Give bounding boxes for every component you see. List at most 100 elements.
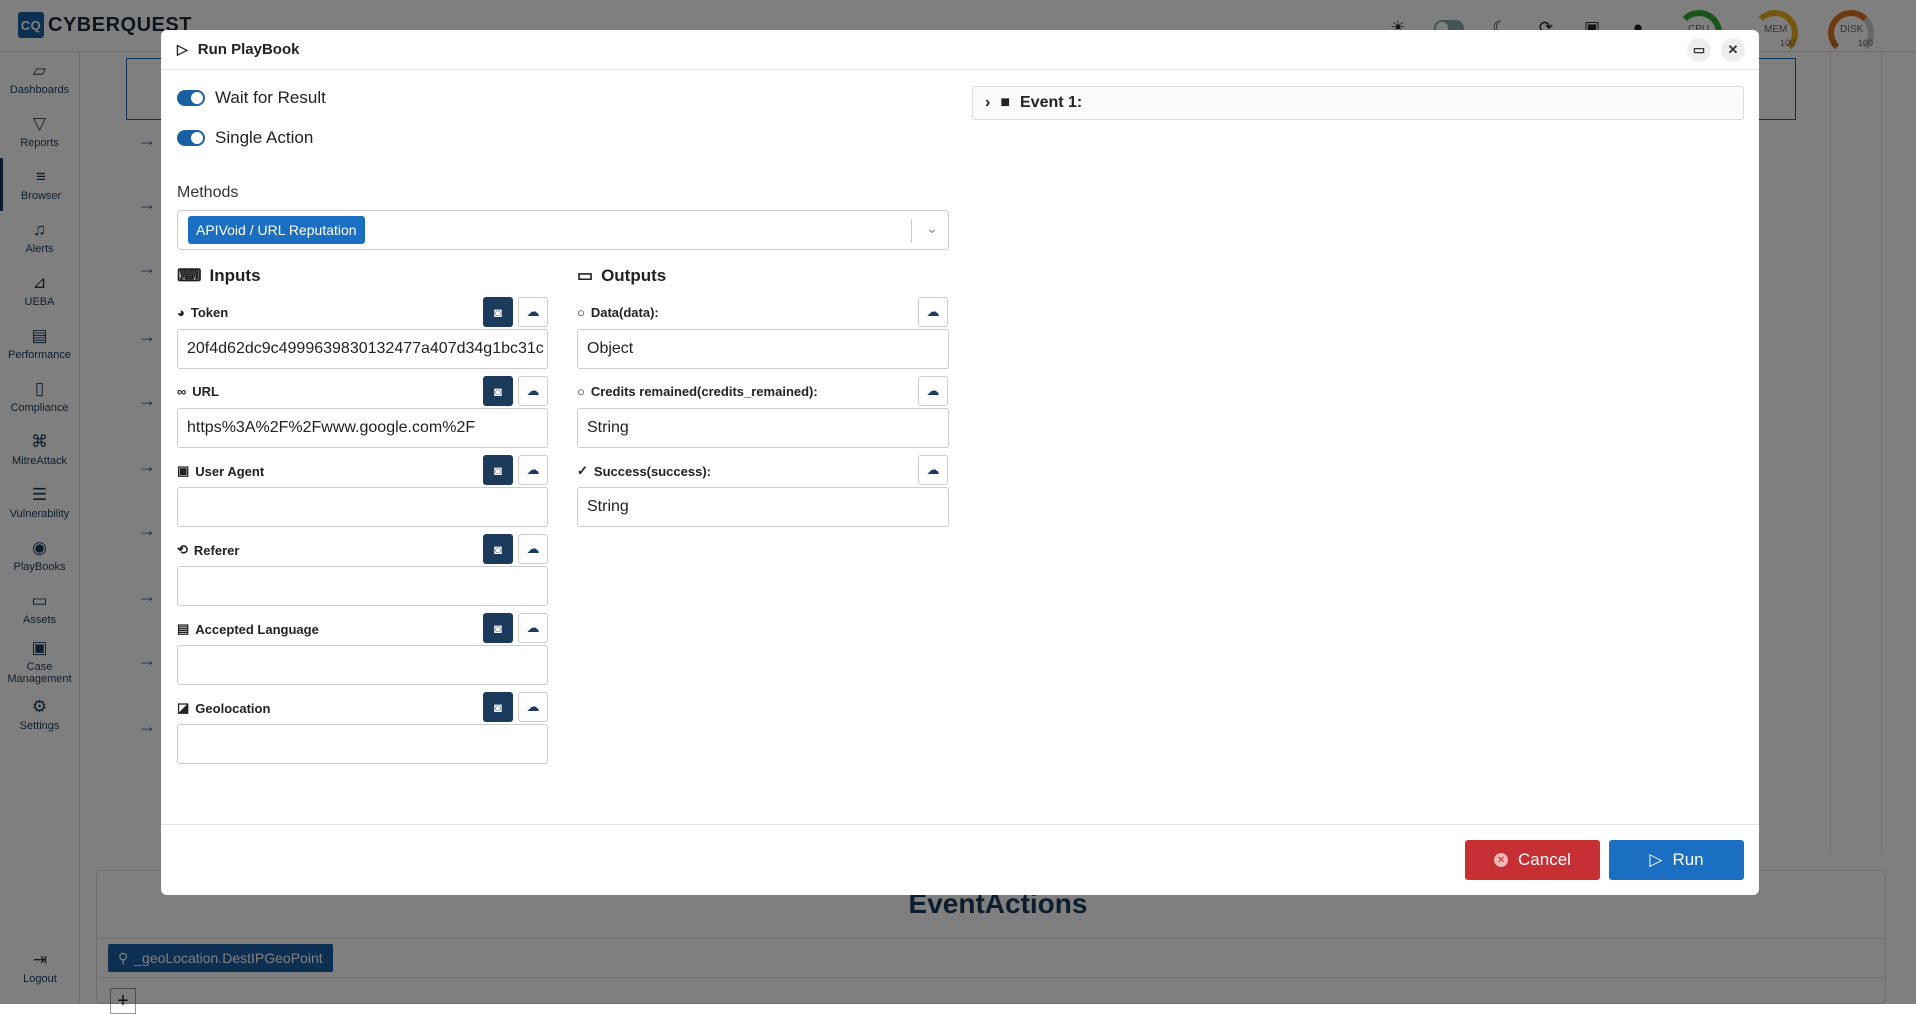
cloud-icon: ☁: [926, 304, 940, 319]
run-label: Run: [1672, 850, 1704, 869]
cloud-icon: ☁: [526, 304, 540, 319]
language-icon: ▤: [177, 621, 190, 636]
folder-icon: ■: [1000, 94, 1010, 111]
user-agent-snapshot-button[interactable]: ◙: [483, 455, 513, 485]
palette-icon: ◕: [177, 305, 185, 320]
modal-header: ▷ Run PlayBook ▭ ✕: [161, 30, 1759, 70]
modal-title: Run PlayBook: [197, 41, 300, 58]
wait-for-result-toggle[interactable]: [177, 90, 205, 106]
camera-icon: ◙: [494, 541, 502, 557]
camera-icon: ◙: [494, 383, 502, 399]
wait-for-result-label: Wait for Result: [215, 88, 326, 107]
success-output-cloud-button[interactable]: ☁: [918, 455, 948, 485]
circle-icon: ○: [577, 384, 585, 399]
camera-icon: ◙: [494, 699, 502, 715]
run-button[interactable]: ▷ Run: [1609, 840, 1744, 880]
token-label: ◕ Token: [177, 305, 228, 320]
accepted-language-cloud-button[interactable]: ☁: [518, 613, 548, 643]
methods-label: Methods: [177, 184, 239, 201]
referer-label-text: Referer: [193, 542, 240, 558]
cloud-icon: ☁: [526, 383, 540, 398]
url-label-text: URL: [192, 384, 219, 399]
monitor-icon: ▭: [577, 266, 594, 285]
data-output-label: ○ Data(data):: [577, 305, 659, 320]
single-action-label: Single Action: [215, 128, 314, 147]
url-input[interactable]: https%3A%2F%2Fwww.google.com%2F: [177, 408, 548, 448]
url-cloud-button[interactable]: ☁: [518, 376, 548, 406]
credits-output-label-text: Credits remained(credits_remained):: [590, 384, 818, 399]
event-accordion[interactable]: › ■ Event 1:: [972, 86, 1744, 120]
outputs-title-label: Outputs: [601, 266, 667, 285]
geolocation-input[interactable]: [177, 724, 548, 764]
token-label-text: Token: [190, 305, 229, 320]
data-output-field[interactable]: Object: [577, 329, 949, 369]
token-cloud-button[interactable]: ☁: [518, 297, 548, 327]
link-icon: ∞: [177, 384, 187, 399]
single-action-row: Single Action: [177, 128, 313, 148]
run-playbook-modal: ▷ Run PlayBook ▭ ✕ Wait for Result Singl…: [161, 30, 1759, 895]
user-agent-cloud-button[interactable]: ☁: [518, 455, 548, 485]
outputs-title: ▭ Outputs: [577, 266, 666, 286]
id-icon: ▣: [177, 463, 190, 478]
cloud-icon: ☁: [926, 462, 940, 477]
select-separator: [911, 219, 912, 243]
geolocation-snapshot-button[interactable]: ◙: [483, 692, 513, 722]
url-label: ∞ URL: [177, 384, 219, 399]
cloud-icon: ☁: [926, 383, 940, 398]
cloud-icon: ☁: [526, 620, 540, 635]
referer-snapshot-button[interactable]: ◙: [483, 534, 513, 564]
method-tag[interactable]: APIVoid / URL Reputation: [188, 216, 365, 244]
single-action-toggle[interactable]: [177, 130, 205, 146]
check-circle-icon: ✓: [577, 463, 588, 478]
chevron-right-icon: ›: [985, 94, 991, 111]
url-snapshot-button[interactable]: ◙: [483, 376, 513, 406]
inputs-title: ⌨ Inputs: [177, 266, 261, 286]
keyboard-icon: ⌨: [177, 266, 202, 285]
credits-output-field[interactable]: String: [577, 408, 949, 448]
credits-output-cloud-button[interactable]: ☁: [918, 376, 948, 406]
geolocation-label: ◪ Geolocation: [177, 700, 270, 716]
referer-cloud-button[interactable]: ☁: [518, 534, 548, 564]
circle-icon: ○: [577, 305, 585, 320]
cancel-label: Cancel: [1518, 850, 1571, 869]
modal-footer-divider: [161, 824, 1759, 825]
play-icon: ▷: [177, 41, 188, 57]
accepted-language-label: ▤ Accepted Language: [177, 621, 319, 637]
inputs-title-label: Inputs: [209, 266, 261, 285]
map-icon: ◪: [177, 700, 190, 715]
user-agent-label: ▣ User Agent: [177, 463, 264, 479]
cloud-icon: ☁: [526, 699, 540, 714]
accepted-language-snapshot-button[interactable]: ◙: [483, 613, 513, 643]
accepted-language-label-text: Accepted Language: [195, 621, 319, 637]
accepted-language-input[interactable]: [177, 645, 548, 685]
cancel-icon: ✕: [1494, 853, 1509, 867]
close-button[interactable]: ✕: [1721, 38, 1745, 62]
event-label: Event 1:: [1020, 94, 1083, 111]
cloud-icon: ☁: [526, 541, 540, 556]
success-output-label: ✓ Success(success):: [577, 463, 711, 479]
chevron-down-icon[interactable]: ⌄: [926, 220, 938, 237]
credits-output-label: ○ Credits remained(credits_remained):: [577, 384, 818, 399]
geolocation-cloud-button[interactable]: ☁: [518, 692, 548, 722]
token-input[interactable]: 20f4d62dc9c4999639830132477a407d34g1bc31…: [177, 329, 548, 369]
camera-icon: ◙: [494, 462, 502, 478]
cloud-icon: ☁: [526, 462, 540, 477]
referer-input[interactable]: [177, 566, 548, 606]
user-agent-label-text: User Agent: [195, 463, 265, 479]
sync-icon: ⟲: [177, 542, 188, 557]
data-output-cloud-button[interactable]: ☁: [918, 297, 948, 327]
token-snapshot-button[interactable]: ◙: [483, 297, 513, 327]
referer-label: ⟲ Referer: [177, 542, 239, 558]
camera-icon: ◙: [494, 620, 502, 636]
play-icon: ▷: [1649, 850, 1663, 869]
data-output-label-text: Data(data):: [590, 305, 659, 320]
maximize-button[interactable]: ▭: [1687, 38, 1711, 62]
wait-for-result-row: Wait for Result: [177, 88, 326, 108]
geolocation-label-text: Geolocation: [195, 700, 271, 716]
camera-icon: ◙: [494, 304, 502, 320]
methods-select[interactable]: APIVoid / URL Reputation ⌄: [177, 210, 949, 250]
success-output-label-text: Success(success):: [593, 463, 711, 479]
success-output-field[interactable]: String: [577, 487, 949, 527]
cancel-button[interactable]: ✕ Cancel: [1465, 840, 1600, 880]
user-agent-input[interactable]: [177, 487, 548, 527]
